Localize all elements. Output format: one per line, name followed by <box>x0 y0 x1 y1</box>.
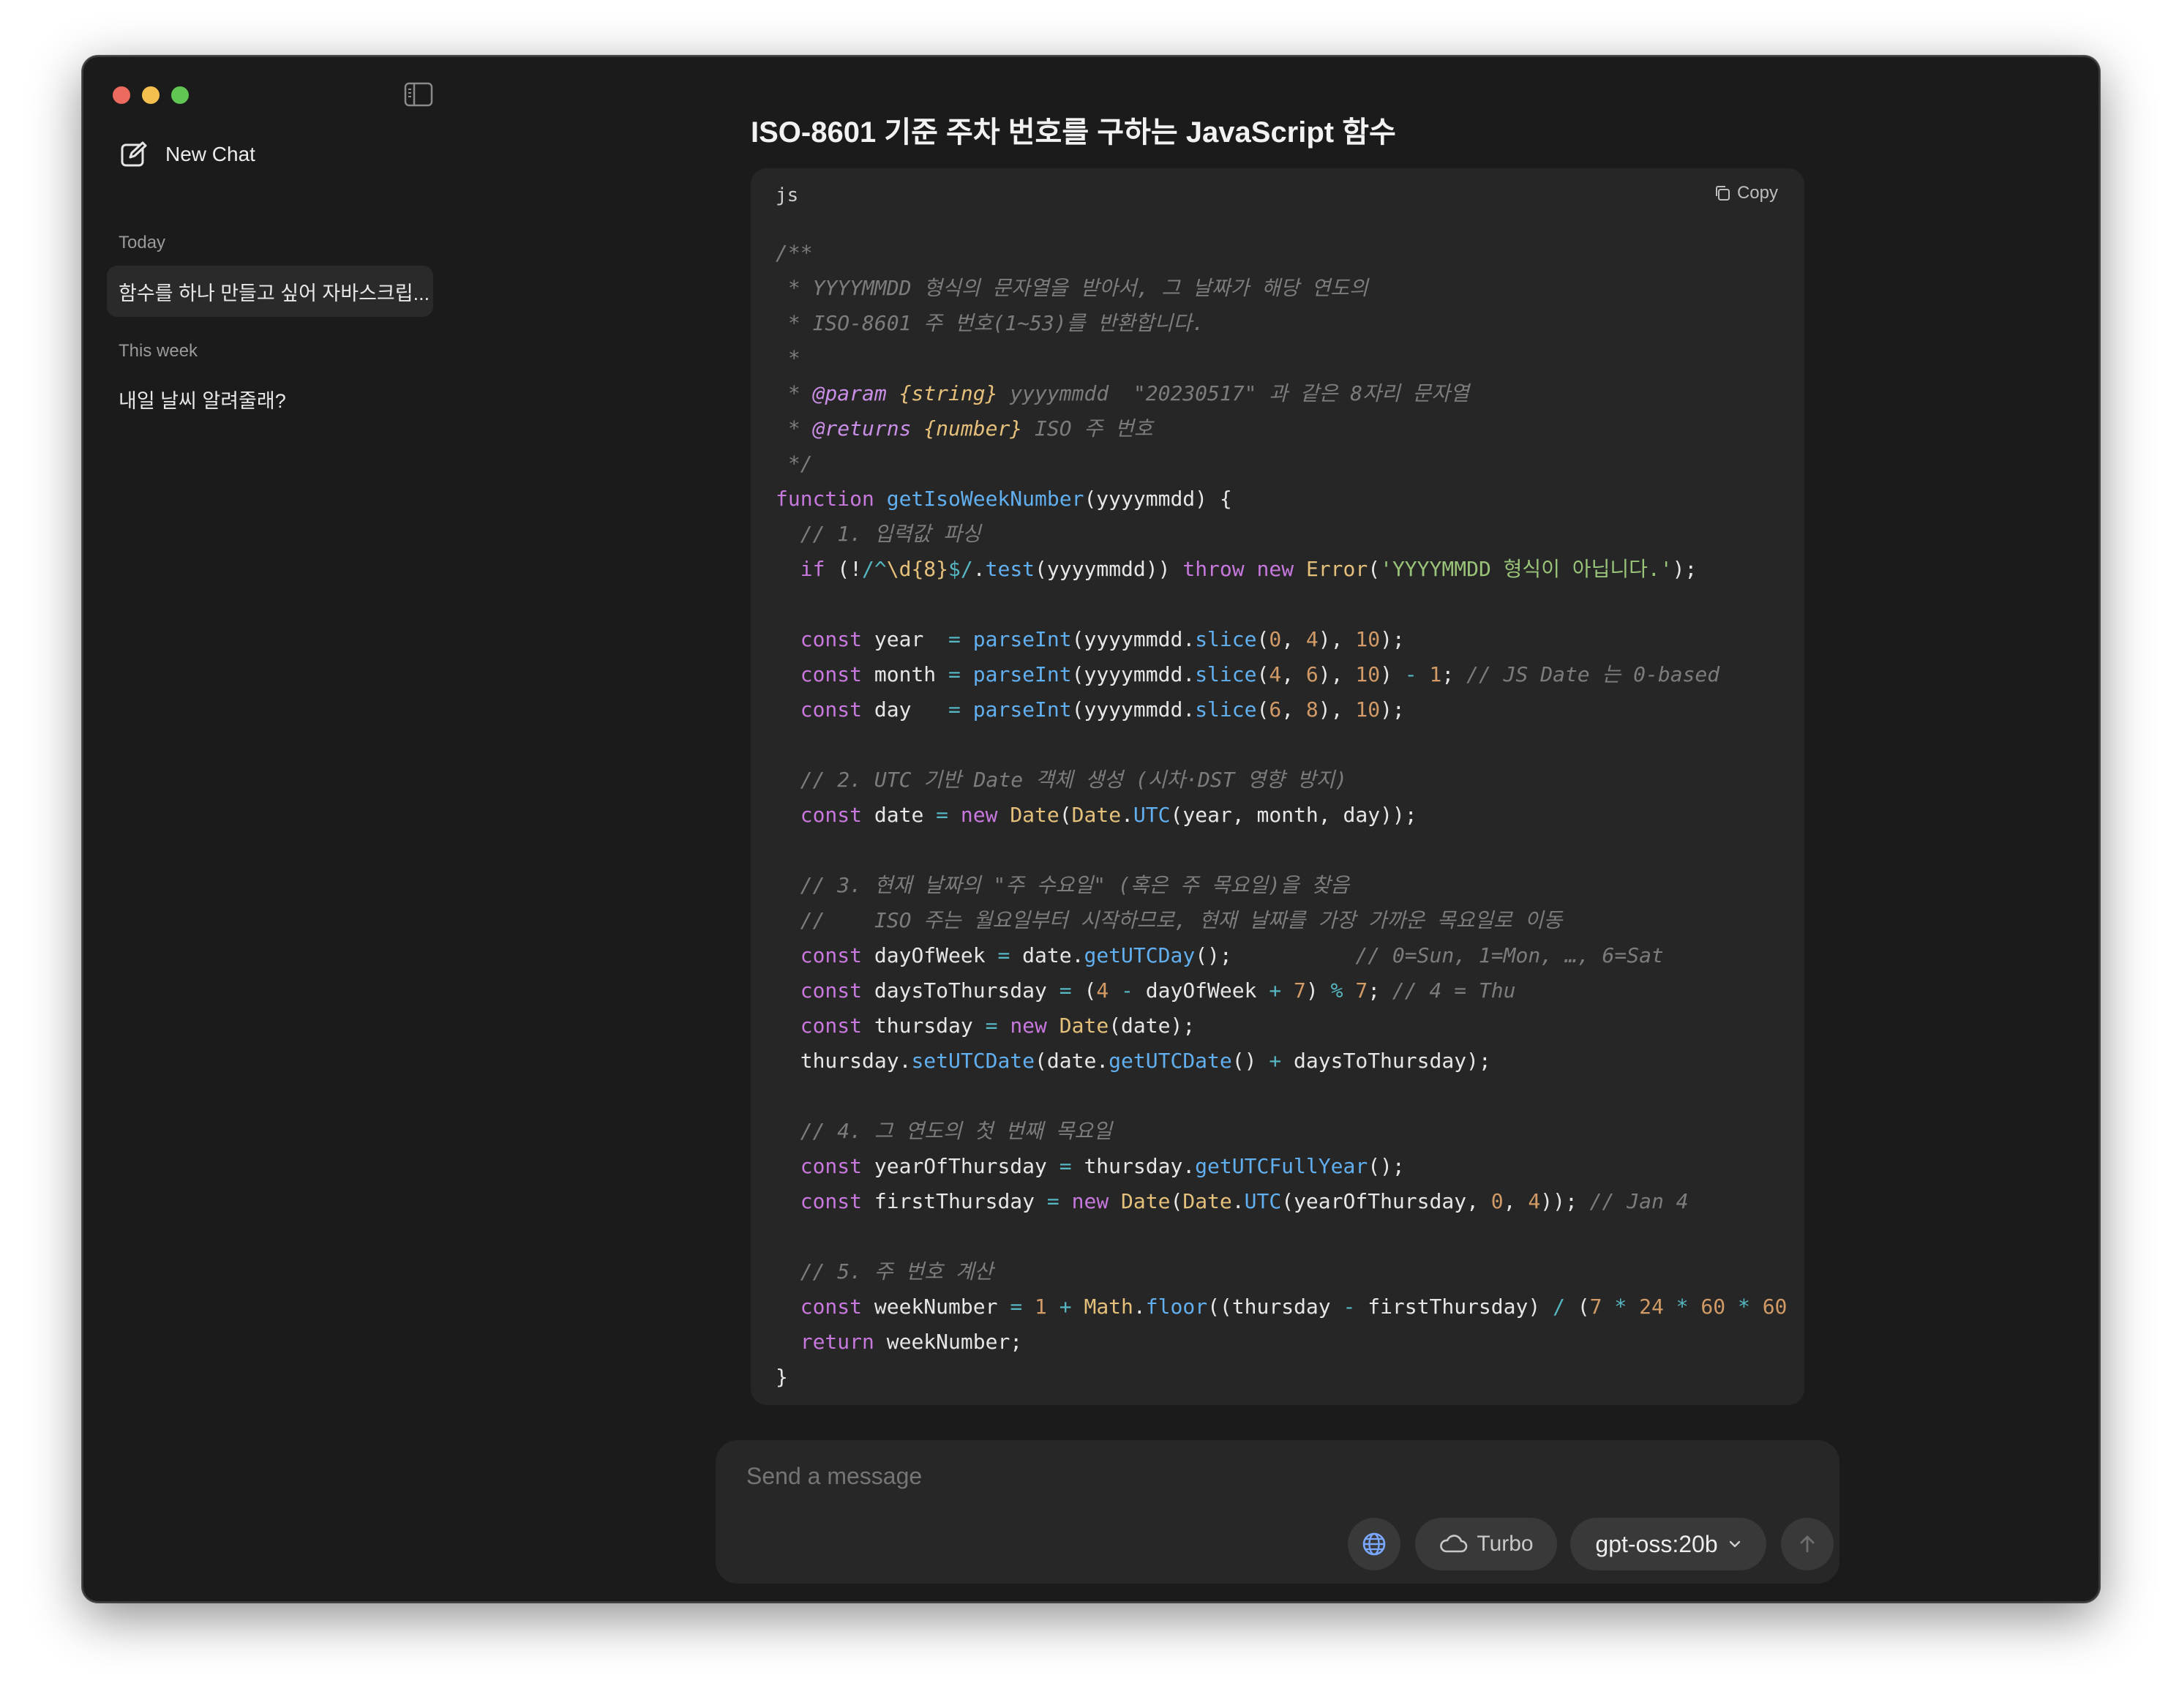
model-selector[interactable]: gpt-oss:20b <box>1570 1518 1766 1570</box>
web-search-toggle[interactable] <box>1348 1518 1400 1570</box>
chat-history-item[interactable]: 함수를 하나 만들고 싶어 자바스크립... <box>107 266 433 317</box>
arrow-up-icon <box>1800 1535 1815 1553</box>
new-chat-button[interactable]: New Chat <box>120 141 255 168</box>
code-block: js Copy /** * YYYYMMDD 형식의 문자열을 받아서, 그 날… <box>751 168 1804 1405</box>
copy-icon <box>1715 186 1730 201</box>
model-label: gpt-oss:20b <box>1595 1530 1718 1557</box>
code-content: /** * YYYYMMDD 형식의 문자열을 받아서, 그 날짜가 해당 연도… <box>776 241 1788 1389</box>
turbo-toggle[interactable]: Turbo <box>1415 1518 1557 1570</box>
send-button[interactable] <box>1781 1518 1834 1570</box>
sidebar: New Chat Today 함수를 하나 만들고 싶어 자바스크립... Th… <box>83 57 449 1601</box>
globe-icon <box>1362 1532 1386 1556</box>
close-window-button[interactable] <box>113 86 130 104</box>
section-label-this-week: This week <box>119 341 198 361</box>
minimize-window-button[interactable] <box>142 86 160 104</box>
code-language-label: js <box>776 184 799 206</box>
message-composer: Turbo gpt-oss:20b <box>716 1440 1839 1584</box>
window-controls <box>113 86 189 104</box>
app-window: New Chat Today 함수를 하나 만들고 싶어 자바스크립... Th… <box>82 56 2100 1603</box>
cloud-icon <box>1440 1535 1468 1553</box>
copy-label: Copy <box>1736 183 1778 203</box>
turbo-label: Turbo <box>1477 1532 1534 1556</box>
copy-code-button[interactable]: Copy <box>1714 183 1778 203</box>
maximize-window-button[interactable] <box>171 86 189 104</box>
section-label-today: Today <box>119 233 166 252</box>
conversation-title: ISO-8601 기준 주차 번호를 구하는 JavaScript 함수 <box>751 116 1396 149</box>
chat-history-item[interactable]: 내일 날씨 알려줄래? <box>107 373 433 424</box>
compose-icon <box>121 141 147 167</box>
sidebar-toggle-icon <box>404 82 433 107</box>
chevron-down-icon <box>1729 1540 1740 1548</box>
message-input[interactable] <box>745 1462 1772 1491</box>
sidebar-toggle-button[interactable] <box>404 82 433 107</box>
new-chat-label: New Chat <box>165 143 255 165</box>
